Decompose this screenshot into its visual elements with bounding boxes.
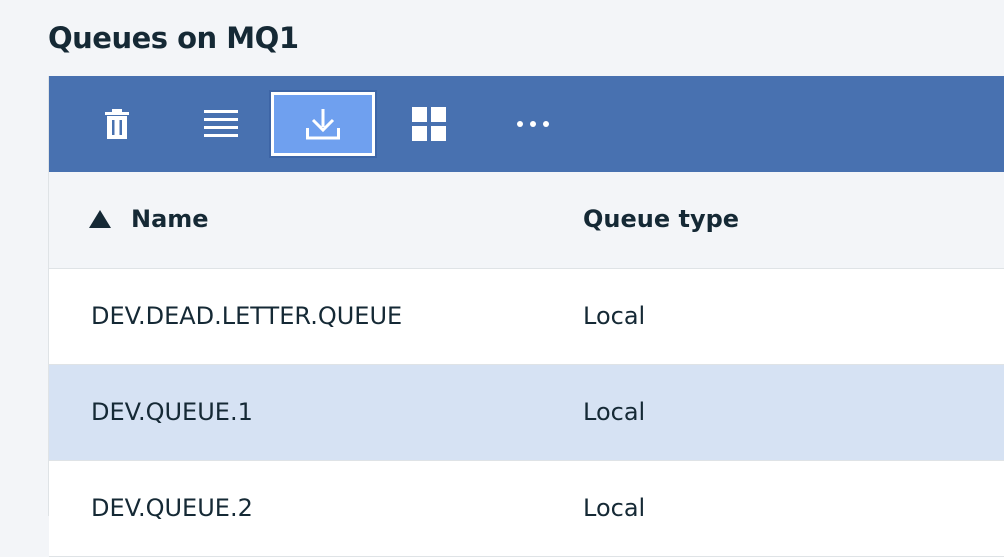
queue-type-cell: Local — [583, 398, 646, 426]
grid-view-button[interactable] — [377, 92, 481, 156]
column-header-queue-type[interactable]: Queue type — [583, 204, 739, 234]
queue-type-cell: Local — [583, 494, 646, 522]
sort-ascending-icon[interactable] — [89, 210, 111, 228]
queue-name-cell: DEV.QUEUE.1 — [91, 398, 253, 426]
download-button[interactable] — [269, 90, 377, 158]
queue-type-cell: Local — [583, 302, 646, 330]
list-view-icon — [204, 110, 238, 137]
grid-view-icon — [412, 107, 446, 141]
queue-name-cell: DEV.QUEUE.2 — [91, 494, 253, 522]
download-icon — [306, 109, 340, 140]
overflow-menu-icon — [517, 121, 549, 127]
overflow-menu-button[interactable] — [481, 92, 585, 156]
page-title: Queues on MQ1 — [48, 21, 299, 55]
delete-button[interactable] — [65, 92, 169, 156]
table-header: Name Queue type — [49, 172, 1004, 269]
table-row[interactable]: DEV.QUEUE.1 Local — [49, 365, 1004, 461]
queues-table-panel: Name Queue type DEV.DEAD.LETTER.QUEUE Lo… — [48, 76, 1004, 557]
column-header-name[interactable]: Name — [131, 204, 209, 234]
table-row[interactable]: DEV.DEAD.LETTER.QUEUE Local — [49, 269, 1004, 365]
trash-icon — [105, 109, 129, 139]
list-view-button[interactable] — [169, 92, 273, 156]
queue-name-cell: DEV.DEAD.LETTER.QUEUE — [91, 302, 403, 330]
table-toolbar — [49, 76, 1004, 172]
table-row[interactable]: DEV.QUEUE.2 Local — [49, 461, 1004, 557]
